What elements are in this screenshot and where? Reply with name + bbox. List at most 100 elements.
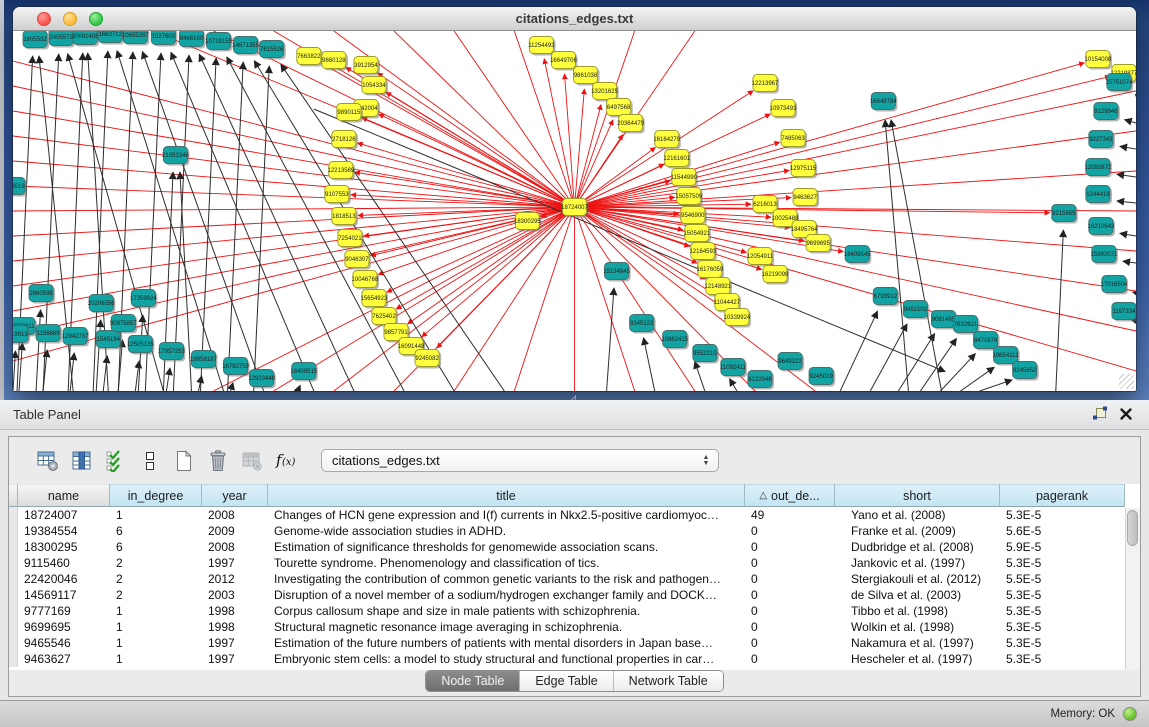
select-column-icon[interactable] xyxy=(69,448,95,474)
table-cell[interactable]: 5.3E-5 xyxy=(1000,651,1125,667)
tab-edge-table[interactable]: Edge Table xyxy=(520,671,613,691)
graph-node[interactable]: 10339924 xyxy=(724,309,751,328)
table-cell[interactable]: Franke et al. (2009) xyxy=(835,523,1000,539)
row-height-icon[interactable] xyxy=(137,448,163,474)
graph-node[interactable]: 19958187 xyxy=(190,351,217,370)
table-cell[interactable]: 1 xyxy=(110,651,202,667)
table-row[interactable]: 911546021997Tourette syndrome. Phenomeno… xyxy=(9,555,1140,571)
table-cell[interactable]: Embryonic stem cells: a model to study s… xyxy=(268,651,745,667)
table-row[interactable]: 1830029562008Estimation of significance … xyxy=(9,539,1140,555)
graph-node[interactable]: 12093872 xyxy=(1085,159,1112,178)
close-panel-icon[interactable] xyxy=(1117,406,1135,424)
table-cell[interactable]: Structural magnetic resonance image aver… xyxy=(268,619,745,635)
table-cell[interactable]: Investigating the contribution of common… xyxy=(268,571,745,587)
table-cell[interactable]: 19384554 xyxy=(18,523,110,539)
graph-node[interactable]: 15751074 xyxy=(1106,74,1133,93)
column-header-year[interactable]: year xyxy=(202,484,268,507)
table-cell[interactable]: 9699695 xyxy=(18,619,110,635)
table-cell[interactable]: 0 xyxy=(745,555,835,571)
window-resize-grip[interactable] xyxy=(1119,374,1134,389)
table-cell[interactable]: 1 xyxy=(110,603,202,619)
graph-node[interactable]: 7485063 xyxy=(781,130,807,149)
graph-node[interactable]: 12942737 xyxy=(62,328,89,347)
table-cell[interactable]: 1 xyxy=(110,507,202,523)
table-settings-icon[interactable] xyxy=(35,448,61,474)
table-cell[interactable]: 2008 xyxy=(202,539,268,555)
graph-node[interactable]: 3912954 xyxy=(354,57,380,76)
table-cell[interactable]: 5.3E-5 xyxy=(1000,507,1125,523)
graph-node[interactable]: 20364479 xyxy=(617,115,644,134)
graph-node[interactable]: 9552210 xyxy=(693,345,719,364)
graph-node[interactable]: 12054911 xyxy=(747,248,774,267)
table-cell[interactable]: 5.6E-5 xyxy=(1000,523,1125,539)
graph-node[interactable]: 15054921 xyxy=(683,225,710,244)
graph-node[interactable]: 12923448 xyxy=(248,370,275,389)
graph-node[interactable]: 12161601 xyxy=(663,150,690,169)
table-row[interactable]: 1938455462009Genome-wide association stu… xyxy=(9,523,1140,539)
graph-node[interactable]: 20691406 xyxy=(72,31,99,47)
table-cell[interactable]: 5.9E-5 xyxy=(1000,539,1125,555)
table-cell[interactable]: 1 xyxy=(110,635,202,651)
delete-icon[interactable] xyxy=(205,448,231,474)
graph-node[interactable]: 9129946 xyxy=(1094,103,1120,122)
table-cell[interactable]: 18300295 xyxy=(18,539,110,555)
import-table-icon[interactable] xyxy=(239,448,265,474)
function-icon[interactable]: f (x) xyxy=(273,448,299,474)
table-cell[interactable]: 1 xyxy=(110,619,202,635)
graph-node[interactable]: 9245082 xyxy=(415,350,441,369)
scrollbar-thumb[interactable] xyxy=(1127,510,1138,546)
graph-node[interactable]: 1167334 xyxy=(1112,303,1136,322)
graph-node[interactable]: 10655287 xyxy=(122,31,149,46)
table-cell[interactable]: 0 xyxy=(745,571,835,587)
graph-node[interactable]: 11254493 xyxy=(528,37,555,56)
table-cell[interactable]: Genome-wide association studies in ADHD. xyxy=(268,523,745,539)
graph-node[interactable]: 15992071 xyxy=(1091,246,1118,265)
table-cell[interactable]: Tibbo et al. (1998) xyxy=(835,603,1000,619)
graph-node[interactable]: 9860128 xyxy=(322,52,348,71)
graph-node[interactable]: 10154008 xyxy=(1085,51,1112,70)
table-cell[interactable]: 1998 xyxy=(202,619,268,635)
table-cell[interactable]: 2008 xyxy=(202,507,268,523)
graph-node[interactable]: 1527602 xyxy=(151,31,177,47)
table-cell[interactable]: Yano et al. (2008) xyxy=(835,507,1000,523)
graph-node[interactable]: 1663712 xyxy=(98,31,124,45)
table-cell[interactable]: 5.5E-5 xyxy=(1000,571,1125,587)
graph-node[interactable]: 12505135 xyxy=(127,336,154,355)
table-cell[interactable]: 1997 xyxy=(202,635,268,651)
graph-node[interactable]: 6793912 xyxy=(873,288,899,307)
table-cell[interactable]: 2012 xyxy=(202,571,268,587)
table-cell[interactable]: Dudbridge et al. (2008) xyxy=(835,539,1000,555)
graph-node[interactable]: 16782759 xyxy=(222,358,249,377)
graph-node[interactable]: 12975115 xyxy=(790,160,817,179)
graph-node[interactable]: 9546900 xyxy=(681,207,707,226)
new-document-icon[interactable] xyxy=(171,448,197,474)
table-cell[interactable]: 5.3E-5 xyxy=(1000,635,1125,651)
column-header-name[interactable]: name xyxy=(18,484,110,507)
graph-node[interactable]: 3919913 xyxy=(13,326,30,345)
graph-node[interactable]: 9345123 xyxy=(630,315,656,334)
table-cell[interactable]: 1997 xyxy=(202,555,268,571)
table-cell[interactable]: Estimation of the future numbers of pati… xyxy=(268,635,745,651)
graph-node[interactable]: 9107553 xyxy=(325,186,351,205)
graph-node[interactable]: 9452102 xyxy=(903,301,929,320)
hub-node[interactable]: 18724007 xyxy=(561,199,588,218)
graph-node[interactable]: 1244419 xyxy=(1086,186,1112,205)
table-cell[interactable]: 6 xyxy=(110,523,202,539)
table-cell[interactable]: 9463627 xyxy=(18,651,110,667)
table-row[interactable]: 977716911998Corpus callosum shape and si… xyxy=(9,603,1140,619)
table-cell[interactable]: 2 xyxy=(110,587,202,603)
column-header-short[interactable]: short xyxy=(835,484,1000,507)
tab-node-table[interactable]: Node Table xyxy=(426,671,520,691)
graph-node[interactable]: 18300295 xyxy=(514,213,541,232)
graph-node[interactable]: 8466160 xyxy=(179,31,205,49)
graph-node[interactable]: 11544990 xyxy=(671,169,698,188)
table-row[interactable]: 946362711997Embryonic stem cells: a mode… xyxy=(9,651,1140,667)
graph-node[interactable]: 8122046 xyxy=(748,371,774,390)
table-cell[interactable]: 9465546 xyxy=(18,635,110,651)
graph-node[interactable]: 10862415 xyxy=(661,331,688,350)
table-cell[interactable]: 5.3E-5 xyxy=(1000,603,1125,619)
graph-node[interactable]: 9890115 xyxy=(337,104,363,123)
graph-node[interactable]: 12213967 xyxy=(752,75,779,94)
graph-node[interactable]: 7254021 xyxy=(338,230,364,249)
graph-node[interactable]: 10719155 xyxy=(205,33,232,52)
